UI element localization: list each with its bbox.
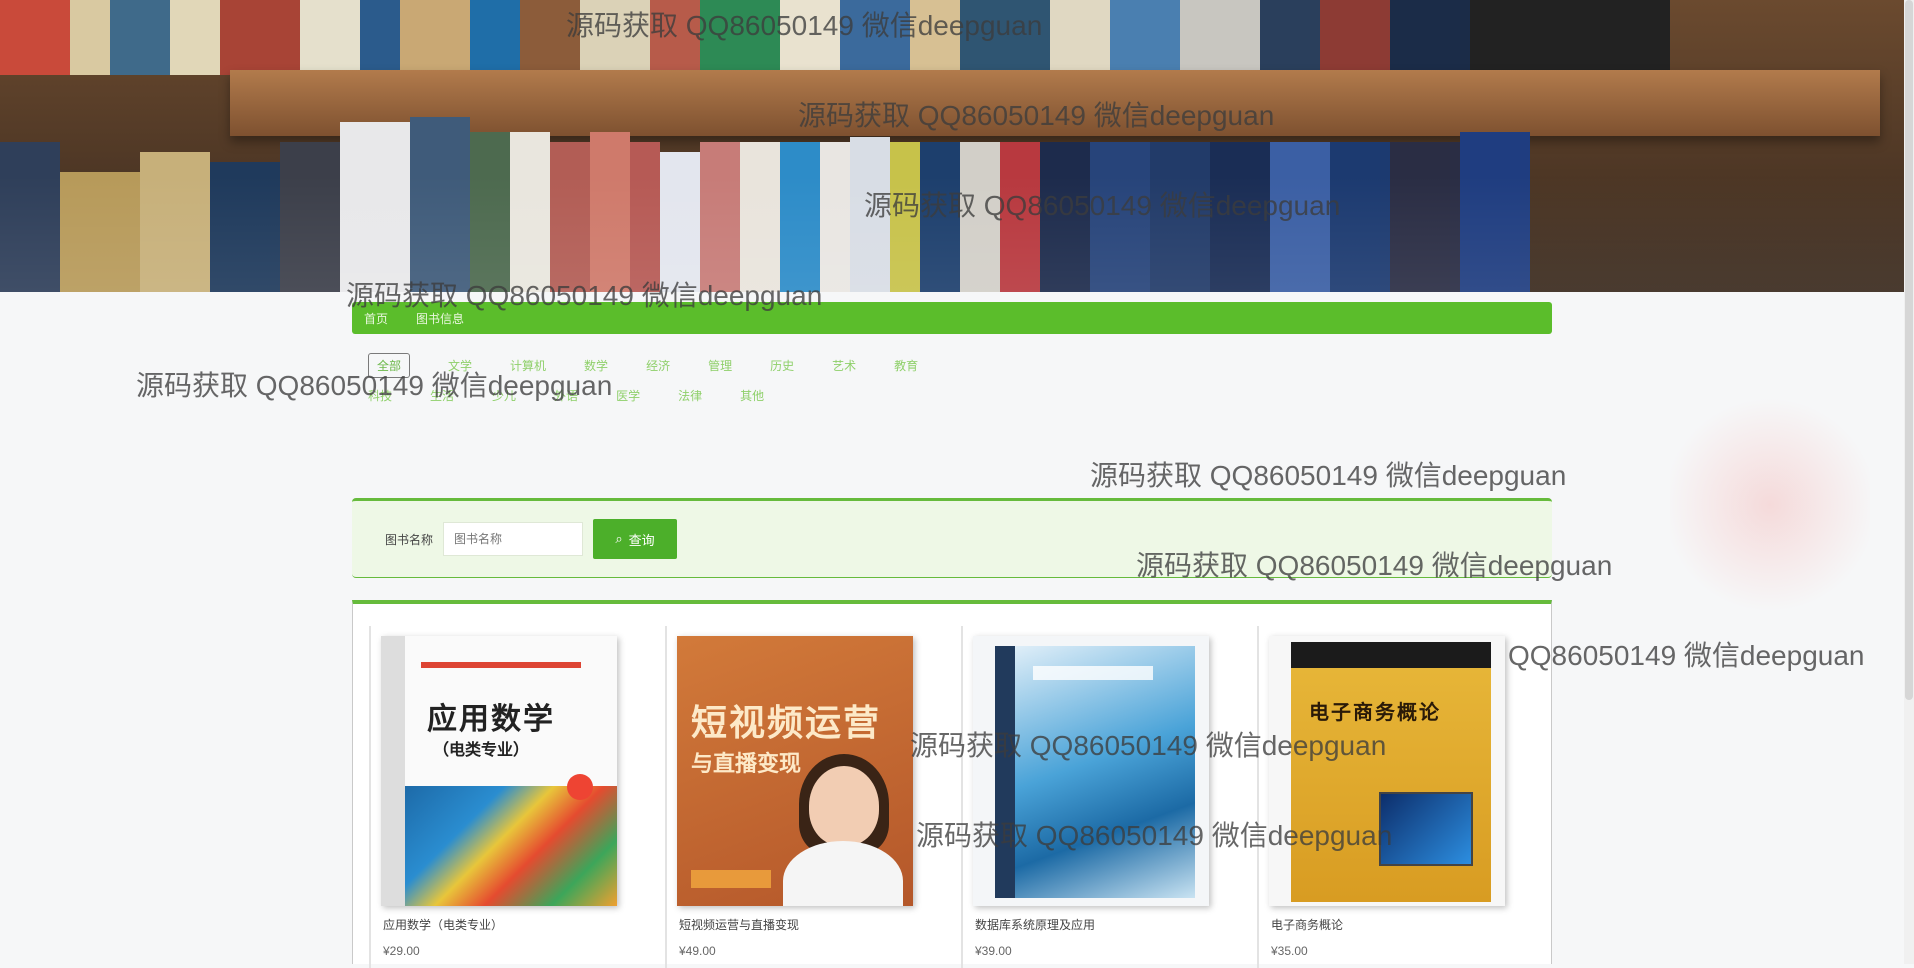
- search-input[interactable]: [443, 522, 584, 556]
- cover-subtitle: 与直播变现: [691, 751, 802, 776]
- book-cover[interactable]: 电子商务概论: [1269, 636, 1505, 906]
- cover-title: 短视频运营: [691, 702, 882, 743]
- cover-title: 应用数学: [427, 703, 555, 736]
- search-panel: 图书名称 ⌕ 查询: [352, 498, 1552, 578]
- filter-option[interactable]: 科技: [368, 387, 392, 404]
- filter-option[interactable]: 艺术: [832, 357, 856, 374]
- book-title[interactable]: 短视频运营与直播变现: [679, 916, 799, 933]
- book-cover[interactable]: [973, 636, 1209, 906]
- book-price: ¥35.00: [1271, 944, 1308, 958]
- nav-item-home[interactable]: 首页: [364, 310, 388, 327]
- filter-option[interactable]: 数学: [584, 357, 608, 374]
- book-title[interactable]: 电子商务概论: [1271, 916, 1343, 933]
- search-button-label: 查询: [628, 532, 655, 548]
- nav-item-books[interactable]: 图书信息: [416, 310, 464, 327]
- header-banner: [0, 0, 1904, 292]
- cover-subtitle: （电类专业）: [433, 742, 530, 759]
- filter-option[interactable]: 计算机: [510, 357, 546, 374]
- decorative-blur: [1670, 390, 1870, 620]
- filter-option[interactable]: 外语: [554, 387, 578, 404]
- book-title[interactable]: 应用数学（电类专业）: [383, 916, 503, 933]
- book-card[interactable]: 应用数学 （电类专业） 应用数学（电类专业） ¥29.00: [369, 626, 623, 968]
- category-filter: 全部 文学 计算机 数学 经济 管理 历史 艺术 教育 科技 生活 少儿 外语 …: [368, 352, 1408, 452]
- filter-option[interactable]: 法律: [678, 387, 702, 404]
- scrollbar-thumb[interactable]: [1905, 0, 1913, 700]
- book-list: 应用数学 （电类专业） 应用数学（电类专业） ¥29.00 短视频运营 与直播变…: [352, 600, 1552, 968]
- cover-title: 电子商务概论: [1309, 702, 1441, 724]
- filter-option[interactable]: 管理: [708, 357, 732, 374]
- filter-option[interactable]: 历史: [770, 357, 794, 374]
- filter-option[interactable]: 医学: [616, 387, 640, 404]
- filter-option[interactable]: 其他: [740, 387, 764, 404]
- book-title[interactable]: 数据库系统原理及应用: [975, 916, 1095, 933]
- watermark-text: QQ86050149 微信deepguan: [1508, 640, 1865, 671]
- filter-option[interactable]: 生活: [430, 387, 454, 404]
- book-card[interactable]: 电子商务概论 电子商务概论 ¥35.00: [1257, 626, 1511, 968]
- filter-option[interactable]: 少儿: [492, 387, 516, 404]
- filter-option[interactable]: 文学: [448, 357, 472, 374]
- search-label: 图书名称: [385, 532, 434, 547]
- book-price: ¥49.00: [679, 944, 716, 958]
- watermark-text: 源码获取 QQ86050149 微信deepguan: [1090, 460, 1567, 491]
- book-price: ¥39.00: [975, 944, 1012, 958]
- filter-row-1: 全部 文学 计算机 数学 经济 管理 历史 艺术 教育: [368, 352, 1408, 378]
- filter-option[interactable]: 教育: [894, 357, 918, 374]
- page-scrollbar[interactable]: [1904, 0, 1914, 964]
- filter-option[interactable]: 经济: [646, 357, 670, 374]
- book-cover[interactable]: 短视频运营 与直播变现: [677, 636, 913, 906]
- filter-option-selected[interactable]: 全部: [368, 352, 411, 378]
- book-card[interactable]: 数据库系统原理及应用 ¥39.00: [961, 626, 1215, 968]
- search-button[interactable]: ⌕ 查询: [593, 519, 678, 559]
- filter-row-2: 科技 生活 少儿 外语 医学 法律 其他: [368, 382, 1408, 408]
- search-icon: ⌕: [615, 531, 623, 546]
- book-cover[interactable]: 应用数学 （电类专业）: [381, 636, 617, 906]
- book-price: ¥29.00: [383, 944, 420, 958]
- book-card[interactable]: 短视频运营 与直播变现 短视频运营与直播变现 ¥49.00: [665, 626, 919, 968]
- main-nav: 首页 图书信息: [352, 302, 1552, 334]
